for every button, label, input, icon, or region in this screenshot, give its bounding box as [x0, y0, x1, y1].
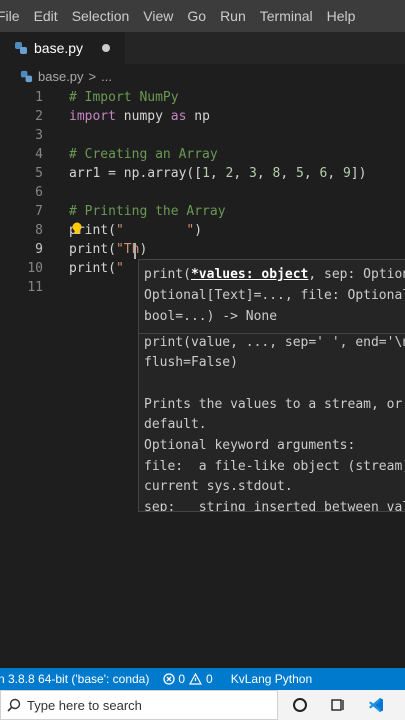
cortana-icon[interactable] — [292, 697, 308, 713]
code-text: numpy — [115, 109, 171, 124]
breadcrumb-more[interactable]: ... — [101, 69, 112, 84]
comment: # Printing the Array — [69, 204, 226, 219]
menu-run[interactable]: Run — [220, 8, 246, 24]
doc-line: Optional keyword arguments: — [144, 438, 356, 453]
search-placeholder: Type here to search — [27, 697, 142, 713]
line-number: 5 — [35, 166, 43, 181]
problems-status[interactable]: 0 0 — [163, 672, 213, 686]
code-line-10[interactable]: print(" — [69, 259, 124, 278]
signature-help-popup: print(*values: object, sep: Option Optio… — [138, 259, 405, 512]
text-cursor — [134, 243, 136, 259]
line-number: 6 — [35, 185, 43, 200]
menu-go[interactable]: Go — [187, 8, 206, 24]
code-text: arr1 = np.array([ — [69, 166, 203, 181]
menu-help[interactable]: Help — [327, 8, 356, 24]
line-number: 10 — [27, 261, 43, 276]
doc-line: current sys.stdout. — [144, 479, 293, 494]
line-number-active: 9 — [35, 242, 43, 257]
code-line-1[interactable]: # Import NumPy — [69, 88, 179, 107]
signature-line: bool=...) -> None — [144, 309, 278, 324]
active-parameter: *values: object — [190, 267, 309, 282]
line-number: 8 — [35, 223, 43, 238]
chevron-right-icon: > — [88, 68, 97, 84]
python-icon — [15, 42, 27, 54]
code-text: ) — [194, 223, 203, 238]
string-literal: " " — [115, 223, 195, 238]
status-bar: n 3.8.8 64-bit ('base': conda) 0 0 KvLan… — [0, 668, 405, 690]
code-text: print( — [69, 242, 116, 257]
code-text: ) — [139, 242, 148, 257]
menu-edit[interactable]: Edit — [34, 8, 58, 24]
menu-bar: File Edit Selection View Go Run Terminal… — [0, 0, 405, 32]
code-line-4[interactable]: # Creating an Array — [69, 145, 218, 164]
number-literal: 9 — [342, 166, 351, 181]
code-text: np — [186, 109, 210, 124]
line-number: 11 — [27, 280, 43, 295]
comment: # Import NumPy — [69, 90, 179, 105]
signature-line: print(*values: object, sep: Option — [144, 267, 405, 282]
doc-line: flush=False) — [144, 355, 238, 370]
menu-terminal[interactable]: Terminal — [260, 8, 313, 24]
tab-bar: base.py — [0, 32, 405, 64]
comment: # Creating an Array — [69, 147, 218, 162]
code-text: print( — [69, 261, 116, 276]
tab-label: base.py — [34, 40, 84, 56]
code-line-2[interactable]: import numpy as np — [69, 107, 210, 126]
menu-view[interactable]: View — [143, 8, 173, 24]
line-number: 7 — [35, 204, 43, 219]
taskbar-search-box[interactable]: Type here to search — [0, 690, 278, 720]
warning-count: 0 — [206, 672, 213, 686]
code-line-5[interactable]: arr1 = np.array([1, 2, 3, 8, 5, 6, 9]) — [69, 164, 366, 183]
doc-line: file: a file-like object (stream) — [144, 459, 405, 474]
keyword: as — [170, 109, 187, 124]
error-count: 0 — [178, 672, 186, 686]
menu-file[interactable]: File — [0, 8, 20, 24]
number-literal: 5 — [296, 166, 304, 181]
error-icon — [163, 673, 175, 685]
tab-base-py[interactable]: base.py — [0, 32, 125, 64]
code-line-8[interactable]: print(" ") — [69, 221, 202, 240]
taskbar: Type here to search — [0, 690, 405, 720]
signature-line: Optional[Text]=..., file: Optional — [144, 288, 405, 303]
unsaved-dot-icon[interactable] — [102, 44, 110, 52]
breadcrumb: base.py > ... — [0, 64, 405, 88]
doc-line: default. — [144, 417, 207, 432]
number-literal: 1 — [202, 166, 210, 181]
line-number: 2 — [35, 109, 43, 124]
language-status[interactable]: KvLang Python — [231, 672, 312, 686]
doc-line: sep: string inserted between val — [144, 500, 405, 512]
task-view-icon[interactable] — [330, 697, 346, 713]
doc-line: print(value, ..., sep=' ', end='\n — [144, 335, 405, 350]
code-text: ]) — [350, 166, 367, 181]
line-number: 3 — [35, 128, 43, 143]
search-icon — [7, 698, 21, 712]
breadcrumb-file[interactable]: base.py — [38, 69, 84, 84]
warning-icon — [189, 673, 203, 685]
line-number: 4 — [35, 147, 43, 162]
number-literal: 3 — [249, 166, 257, 181]
lightbulb-icon[interactable] — [71, 222, 83, 236]
python-interpreter-status[interactable]: n 3.8.8 64-bit ('base': conda) — [0, 672, 149, 686]
python-icon — [20, 70, 33, 82]
doc-line: Prints the values to a stream, or — [144, 397, 403, 412]
keyword: import — [69, 109, 116, 124]
line-number: 1 — [35, 90, 43, 105]
menu-selection[interactable]: Selection — [72, 8, 130, 24]
code-line-7[interactable]: # Printing the Array — [69, 202, 226, 221]
string-literal: " — [115, 261, 124, 276]
vscode-taskbar-icon[interactable] — [368, 697, 384, 713]
